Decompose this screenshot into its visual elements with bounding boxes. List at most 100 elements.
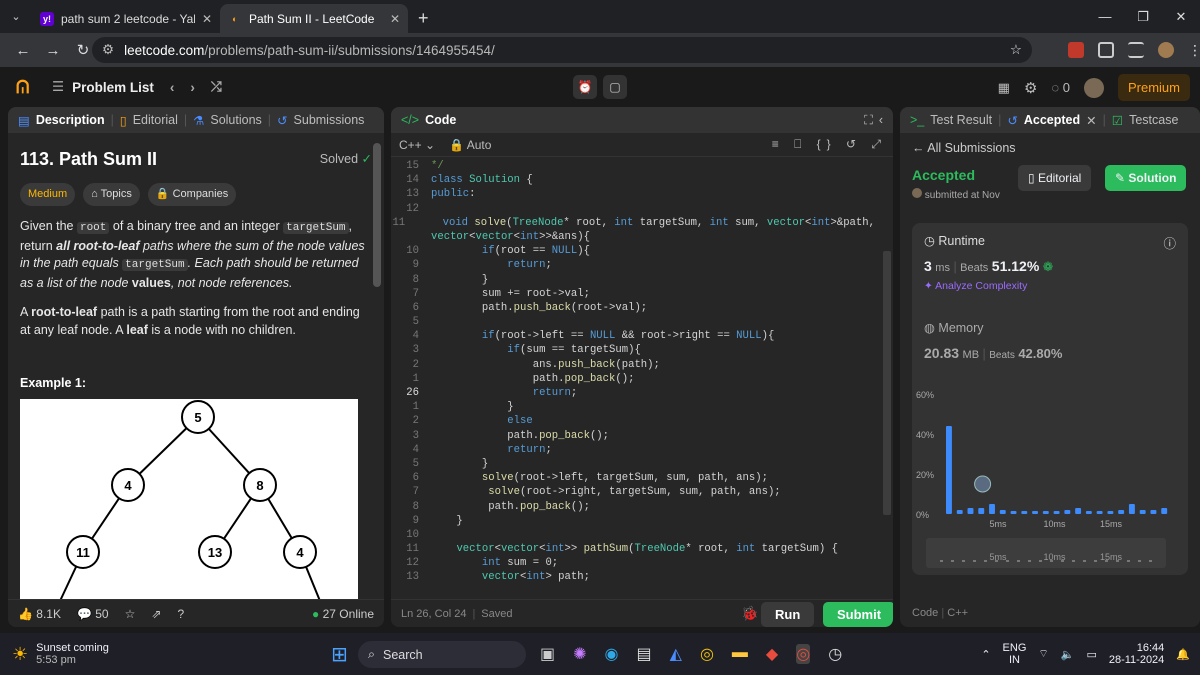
- layout-icon[interactable]: ▦: [998, 80, 1010, 96]
- memory-heading[interactable]: ◍ Memory: [924, 320, 1176, 335]
- code-line[interactable]: 2 else: [391, 414, 875, 428]
- weather-widget[interactable]: ☀ Sunset coming 5:53 pm: [12, 642, 109, 666]
- code-line[interactable]: 14 class Solution {: [391, 173, 875, 187]
- timer-icon[interactable]: ⏰: [573, 75, 597, 99]
- notifications-icon[interactable]: 🔔: [1176, 648, 1190, 661]
- chrome-icon[interactable]: ◎: [796, 644, 811, 664]
- editor-scrollbar[interactable]: [883, 251, 891, 515]
- code-line[interactable]: 5 }: [391, 457, 875, 471]
- back-icon[interactable]: ←: [8, 42, 38, 59]
- comments-button[interactable]: 💬 50: [77, 607, 109, 621]
- code-line[interactable]: 4 return;: [391, 443, 875, 457]
- language-select[interactable]: C++ ⌄: [399, 138, 435, 152]
- code-line[interactable]: 8 }: [391, 273, 875, 287]
- help-icon[interactable]: ?: [177, 607, 184, 621]
- code-line[interactable]: 10: [391, 528, 875, 542]
- code-line[interactable]: 13 vector<int> path;: [391, 570, 875, 584]
- store-icon[interactable]: ▤: [637, 644, 652, 664]
- shuffle-icon[interactable]: ⤮: [211, 79, 222, 95]
- close-window-icon[interactable]: ✕: [1162, 9, 1200, 25]
- tab-testcase[interactable]: Testcase: [1129, 113, 1178, 127]
- code-line[interactable]: 8 path.pop_back();: [391, 500, 875, 514]
- auto-mode[interactable]: 🔒 Auto: [449, 138, 491, 152]
- scrollbar[interactable]: [373, 143, 381, 287]
- url-input[interactable]: ⚙ leetcode.com/problems/path-sum-ii/subm…: [92, 37, 1032, 63]
- edge-icon[interactable]: ◉: [605, 644, 619, 664]
- tab-description[interactable]: Description: [36, 113, 105, 127]
- info-icon[interactable]: ⓘ: [1163, 233, 1176, 252]
- menu-icon[interactable]: ⋮: [1188, 42, 1200, 58]
- tab-search-icon[interactable]: ⌄: [0, 0, 32, 33]
- user-avatar[interactable]: [1083, 77, 1104, 98]
- all-submissions-link[interactable]: ← All Submissions: [912, 141, 1188, 155]
- code-line[interactable]: 13 public:: [391, 187, 875, 201]
- code-line[interactable]: 3 path.pop_back();: [391, 429, 875, 443]
- editorial-button[interactable]: ▯ Editorial: [1018, 165, 1092, 191]
- code-line[interactable]: 12: [391, 202, 875, 216]
- tab-accepted[interactable]: Accepted: [1024, 113, 1080, 127]
- app-icon[interactable]: ◭: [670, 644, 682, 664]
- language-indicator[interactable]: ENG IN: [1003, 642, 1027, 666]
- code-line[interactable]: 9 }: [391, 514, 875, 528]
- copilot-icon[interactable]: ✺: [573, 644, 586, 664]
- code-line[interactable]: 2 ans.push_back(path);: [391, 358, 875, 372]
- code-line[interactable]: 6 path.push_back(root->val);: [391, 301, 875, 315]
- code-line[interactable]: 26 return;: [391, 386, 875, 400]
- extension-icon[interactable]: [1068, 42, 1084, 58]
- wifi-icon[interactable]: ⌔: [1038, 647, 1048, 661]
- chrome-icon[interactable]: ◎: [700, 644, 714, 664]
- code-line[interactable]: 5: [391, 315, 875, 329]
- code-line[interactable]: 15 */: [391, 159, 875, 173]
- analyze-complexity-link[interactable]: ✦ Analyze Complexity: [924, 280, 1176, 292]
- tab-leetcode[interactable]: ◐ Path Sum II - LeetCode ✕: [220, 4, 408, 33]
- companies-tag[interactable]: 🔒 Companies: [147, 182, 237, 206]
- prev-problem-icon[interactable]: ‹: [170, 80, 175, 95]
- new-tab-button[interactable]: +: [408, 4, 439, 33]
- code-line[interactable]: 7 solve(root->right, targetSum, sum, pat…: [391, 485, 875, 499]
- folder-icon[interactable]: ▬: [732, 644, 748, 664]
- code-editor[interactable]: 15 */14 class Solution {13 public: 12 11 void…: [391, 159, 875, 585]
- code-line[interactable]: 10 if(root == NULL){: [391, 244, 875, 258]
- code-line[interactable]: 1 }: [391, 400, 875, 414]
- app-icon[interactable]: ◆: [766, 644, 778, 664]
- minimize-icon[interactable]: —: [1086, 9, 1124, 24]
- premium-button[interactable]: Premium: [1117, 74, 1190, 101]
- clock-app-icon[interactable]: ◷: [828, 644, 842, 664]
- code-line[interactable]: 7 sum += root->val;: [391, 287, 875, 301]
- battery-icon[interactable]: ▭: [1086, 648, 1096, 661]
- search-box[interactable]: ⌕ Search: [358, 641, 526, 668]
- share-icon[interactable]: ⇗: [151, 607, 161, 621]
- leetcode-logo[interactable]: ᕬ: [16, 77, 34, 97]
- volume-icon[interactable]: 🔈: [1061, 648, 1075, 661]
- submit-button[interactable]: Submit: [823, 602, 893, 627]
- collapse-icon[interactable]: ‹: [879, 113, 883, 127]
- run-button[interactable]: Run: [761, 602, 815, 627]
- media-icon[interactable]: [1128, 42, 1144, 58]
- code-line[interactable]: 11 void solve(TreeNode* root, int target…: [391, 216, 875, 230]
- editor-actions[interactable]: ≡ ⎕ {} ↺ ⤢: [772, 137, 887, 152]
- tab-editorial[interactable]: Editorial: [133, 113, 178, 127]
- close-icon[interactable]: ✕: [202, 12, 212, 26]
- forward-icon[interactable]: →: [38, 42, 68, 59]
- maximize-icon[interactable]: ⛶: [864, 113, 873, 128]
- settings-icon[interactable]: ⚙: [1024, 79, 1037, 97]
- task-view-icon[interactable]: ▣: [540, 644, 555, 664]
- windows-start-icon[interactable]: ⊞: [331, 642, 348, 667]
- bookmark-star-icon[interactable]: ☆: [1010, 42, 1022, 58]
- code-line[interactable]: 6 solve(root->left, targetSum, sum, path…: [391, 471, 875, 485]
- tab-yahoo[interactable]: y! path sum 2 leetcode - Yahoo In ✕: [32, 4, 220, 33]
- close-icon[interactable]: ✕: [1086, 113, 1096, 128]
- code-line[interactable]: 12 int sum = 0;: [391, 556, 875, 570]
- chevron-up-icon[interactable]: ⌃: [981, 648, 990, 661]
- debug-icon[interactable]: 🐞: [741, 605, 758, 622]
- runtime-distribution-chart[interactable]: 60% 40% 20% 0% 5ms 10ms 15ms 5ms 10ms 15ms: [912, 386, 1186, 574]
- code-line[interactable]: 4 if(root->left == NULL && root->right =…: [391, 329, 875, 343]
- close-icon[interactable]: ✕: [390, 12, 400, 26]
- like-button[interactable]: 👍 8.1K: [18, 607, 61, 621]
- topics-tag[interactable]: ⌂ Topics: [83, 182, 140, 206]
- next-problem-icon[interactable]: ›: [190, 80, 195, 95]
- code-line[interactable]: 3 if(sum == targetSum){: [391, 343, 875, 357]
- solution-button[interactable]: ✎ Solution: [1105, 165, 1187, 191]
- code-line[interactable]: 11 vector<vector<int>> pathSum(TreeNode*…: [391, 542, 875, 556]
- notes-icon[interactable]: ▢: [603, 75, 627, 99]
